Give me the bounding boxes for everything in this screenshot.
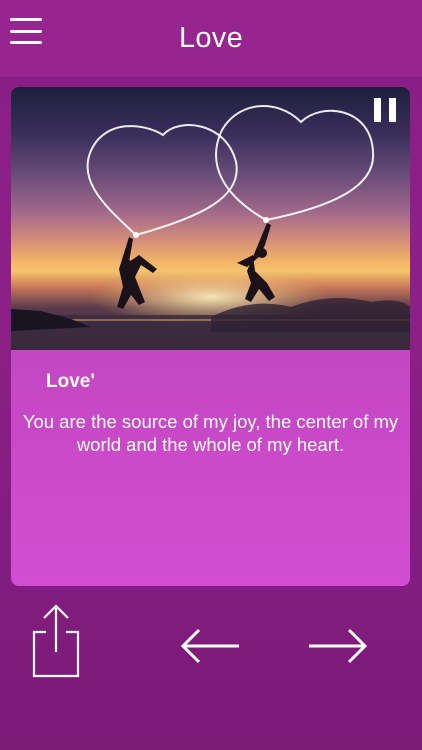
page-title: Love xyxy=(178,22,244,54)
next-button[interactable] xyxy=(307,626,369,666)
quote-text: You are the source of my joy, the center… xyxy=(22,411,399,455)
bottom-toolbar xyxy=(0,590,422,750)
share-button[interactable] xyxy=(30,604,82,678)
app-header: Love xyxy=(0,0,422,78)
couple-hearts-illustration xyxy=(11,105,410,350)
quote-card: Love' You are the source of my joy, the … xyxy=(11,87,410,586)
pause-icon[interactable] xyxy=(374,98,396,122)
quote-photo xyxy=(11,87,410,350)
arrow-left-icon xyxy=(180,628,239,664)
previous-button[interactable] xyxy=(179,626,241,666)
arrow-right-icon xyxy=(309,628,368,664)
share-icon xyxy=(32,604,80,678)
quote-title: Love' xyxy=(46,371,95,392)
